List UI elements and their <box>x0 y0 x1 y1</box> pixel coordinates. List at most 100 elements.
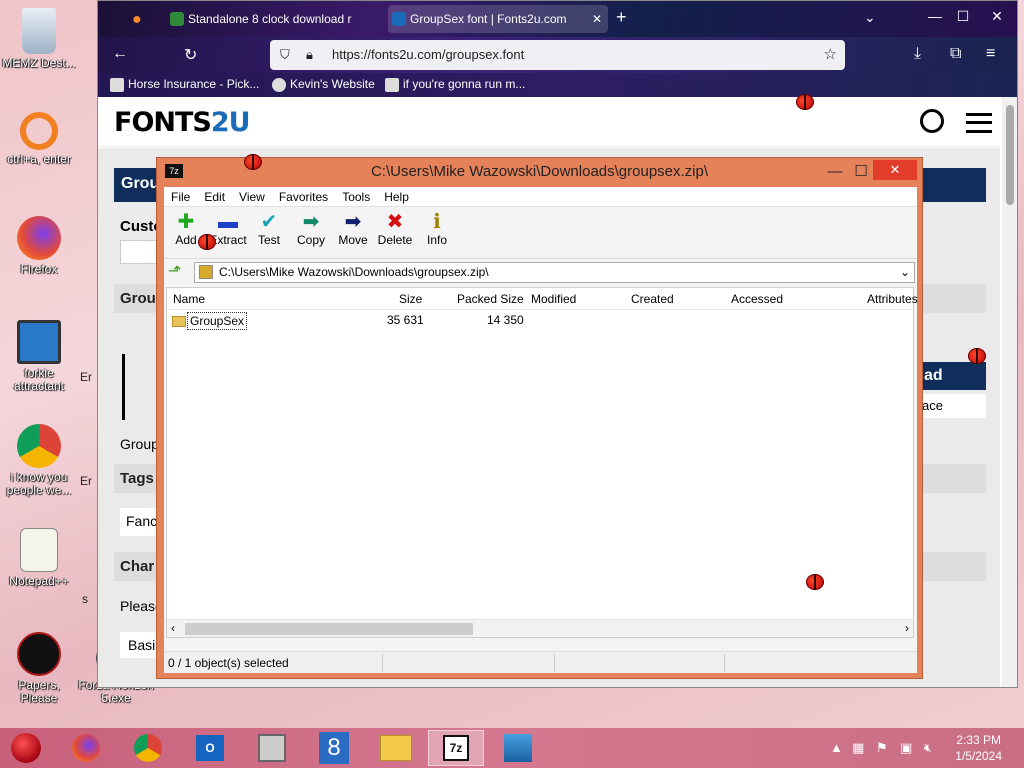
chevron-down-icon[interactable]: ⌄ <box>900 263 910 282</box>
desktop-icon-papers-please[interactable]: Papers, Please <box>0 632 79 705</box>
new-tab-button[interactable]: + <box>616 7 627 28</box>
menu-view[interactable]: View <box>232 187 272 204</box>
menu-bar: File Edit View Favorites Tools Help <box>164 187 917 207</box>
desktop-icon-ctrl-a[interactable]: ctrl+a, enter <box>0 112 79 166</box>
8-icon: 8 <box>319 732 349 764</box>
taskbar-app[interactable] <box>244 730 300 766</box>
taskbar-7zip[interactable]: 7z <box>428 730 484 766</box>
taskbar-firefox[interactable] <box>58 730 114 766</box>
scrollbar-thumb[interactable] <box>1006 105 1014 205</box>
column-modified[interactable]: Modified <box>531 292 576 306</box>
replace-input[interactable]: ace <box>916 394 986 418</box>
bookmark-star-icon[interactable]: ☆ <box>824 40 837 70</box>
downloads-icon[interactable]: ⤓ <box>914 45 921 63</box>
taskbar-outlook[interactable]: O <box>182 730 238 766</box>
status-divider <box>554 654 555 672</box>
menu-file[interactable]: File <box>164 187 197 204</box>
tab-close-icon[interactable]: ✕ <box>592 5 602 33</box>
address-input[interactable]: C:\Users\Mike Wazowski\Downloads\groupse… <box>194 262 915 283</box>
menu-tools[interactable]: Tools <box>335 187 377 204</box>
column-accessed[interactable]: Accessed <box>731 292 783 306</box>
scrollbar-thumb[interactable] <box>185 623 473 635</box>
display-icon[interactable]: ▣ <box>900 740 912 756</box>
fonts2u-logo[interactable]: FONTS2U <box>114 107 251 138</box>
page-scrollbar[interactable] <box>1002 97 1017 687</box>
desktop-icon-firefox[interactable]: Firefox <box>0 216 79 276</box>
copy-button[interactable]: ➡ Copy <box>289 211 333 247</box>
desktop-icon-chrome[interactable]: i know you people we... <box>0 424 79 497</box>
column-attributes[interactable]: Attributes <box>867 292 918 306</box>
file-size: 35 631 <box>387 313 424 327</box>
toolbar: ✚ Add ▬ Extract ✔ Test ➡ Copy ➡ Move ✖ Delete … <box>164 207 917 259</box>
bookmark-item[interactable]: Kevin's Website <box>272 77 375 92</box>
minimize-button[interactable]: — <box>825 158 845 186</box>
download-button[interactable]: ad <box>916 362 986 390</box>
url-bar[interactable]: ⛉ 🔒︎ https://fonts2u.com/groupsex.font ☆ <box>270 40 845 70</box>
monitor-gear-icon <box>17 320 61 364</box>
system-clock[interactable]: 2:33 PM 1/5/2024 <box>955 732 1002 764</box>
desktop-icon-notepad[interactable]: Notepad++ <box>0 528 79 588</box>
search-icon[interactable] <box>920 109 944 133</box>
flag-icon[interactable]: ⚑ <box>876 740 888 756</box>
network-icon[interactable]: ▦ <box>852 740 864 756</box>
tab-standalone-clock[interactable]: Standalone 8 clock download r <box>166 5 358 33</box>
column-name[interactable]: Name <box>173 292 205 306</box>
scroll-left-icon[interactable]: ‹ <box>171 621 175 635</box>
delete-button[interactable]: ✖ Delete <box>373 211 417 247</box>
toolbar-label: Test <box>257 233 280 247</box>
logo-accent: 2U <box>210 107 251 138</box>
menu-favorites[interactable]: Favorites <box>272 187 335 204</box>
tab-groupsex-font[interactable]: GroupSex font | Fonts2u.com ✕ <box>388 5 608 33</box>
page-icon <box>170 12 184 26</box>
minimize-button[interactable]: — <box>920 5 950 27</box>
horizontal-scrollbar[interactable]: ‹ › <box>167 619 913 637</box>
desktop-icon-recycle-bin[interactable]: MEMZ Dest... <box>0 8 79 70</box>
tray-overflow-icon[interactable]: ▲ <box>830 740 843 755</box>
fragment: Group <box>120 436 159 452</box>
taskbar-file-explorer[interactable] <box>368 730 424 766</box>
desktop-icon-label: i know you people we... <box>6 470 72 497</box>
back-icon[interactable]: ← <box>112 45 128 63</box>
fragment: Grou <box>121 175 160 192</box>
close-button[interactable]: ✕ <box>873 160 917 180</box>
file-row[interactable]: GroupSex 35 631 14 350 <box>167 312 913 330</box>
ladybug-icon <box>198 234 216 250</box>
hamburger-menu-icon[interactable] <box>966 113 992 133</box>
recycle-bin-icon <box>22 8 56 54</box>
bookmark-item[interactable]: Horse Insurance - Pick... <box>110 77 259 92</box>
scroll-right-icon[interactable]: › <box>905 621 909 635</box>
up-folder-button[interactable]: ⬏ <box>168 262 188 282</box>
taskbar-chrome[interactable] <box>120 730 176 766</box>
menu-icon[interactable]: ≡ <box>986 45 995 63</box>
desktop-icon-forkie[interactable]: forkie attractant <box>0 320 79 393</box>
move-button[interactable]: ➡ Move <box>331 211 375 247</box>
maximize-button[interactable]: ☐ <box>948 5 978 27</box>
bookmark-item[interactable]: if you're gonna run m... <box>385 77 525 92</box>
toolbar-label: Move <box>338 233 368 247</box>
url-text: https://fonts2u.com/groupsex.font <box>332 47 525 62</box>
toolbar-label: Delete <box>377 233 413 247</box>
column-size[interactable]: Size <box>399 292 422 306</box>
7zip-icon: 7z <box>443 735 469 761</box>
taskbar-control-panel[interactable] <box>490 730 546 766</box>
firefox-icon[interactable]: ● <box>132 11 142 29</box>
start-button[interactable] <box>0 730 52 766</box>
close-button[interactable]: ✕ <box>982 5 1012 27</box>
info-button[interactable]: ℹ Info <box>415 211 459 247</box>
column-packed-size[interactable]: Packed Size <box>457 292 524 306</box>
tab-list-chevron-icon[interactable]: ⌄ <box>864 9 876 26</box>
menu-help[interactable]: Help <box>377 187 416 204</box>
desktop-icon-label: forkie attractant <box>13 366 65 393</box>
test-button[interactable]: ✔ Test <box>247 211 291 247</box>
maximize-button[interactable]: ☐ <box>851 158 871 186</box>
volume-muted-icon[interactable]: 🔇︎ <box>924 740 932 756</box>
taskbar-8[interactable]: 8 <box>306 730 362 766</box>
reload-icon[interactable]: ↻ <box>184 45 197 65</box>
menu-edit[interactable]: Edit <box>197 187 232 204</box>
toolbar-label: Add <box>175 233 197 247</box>
column-created[interactable]: Created <box>631 292 674 306</box>
desktop-text-fragment: Er <box>80 370 92 384</box>
page-icon <box>110 78 124 92</box>
text-input-box[interactable] <box>120 240 160 264</box>
extensions-icon[interactable]: ⧉ <box>950 45 961 63</box>
